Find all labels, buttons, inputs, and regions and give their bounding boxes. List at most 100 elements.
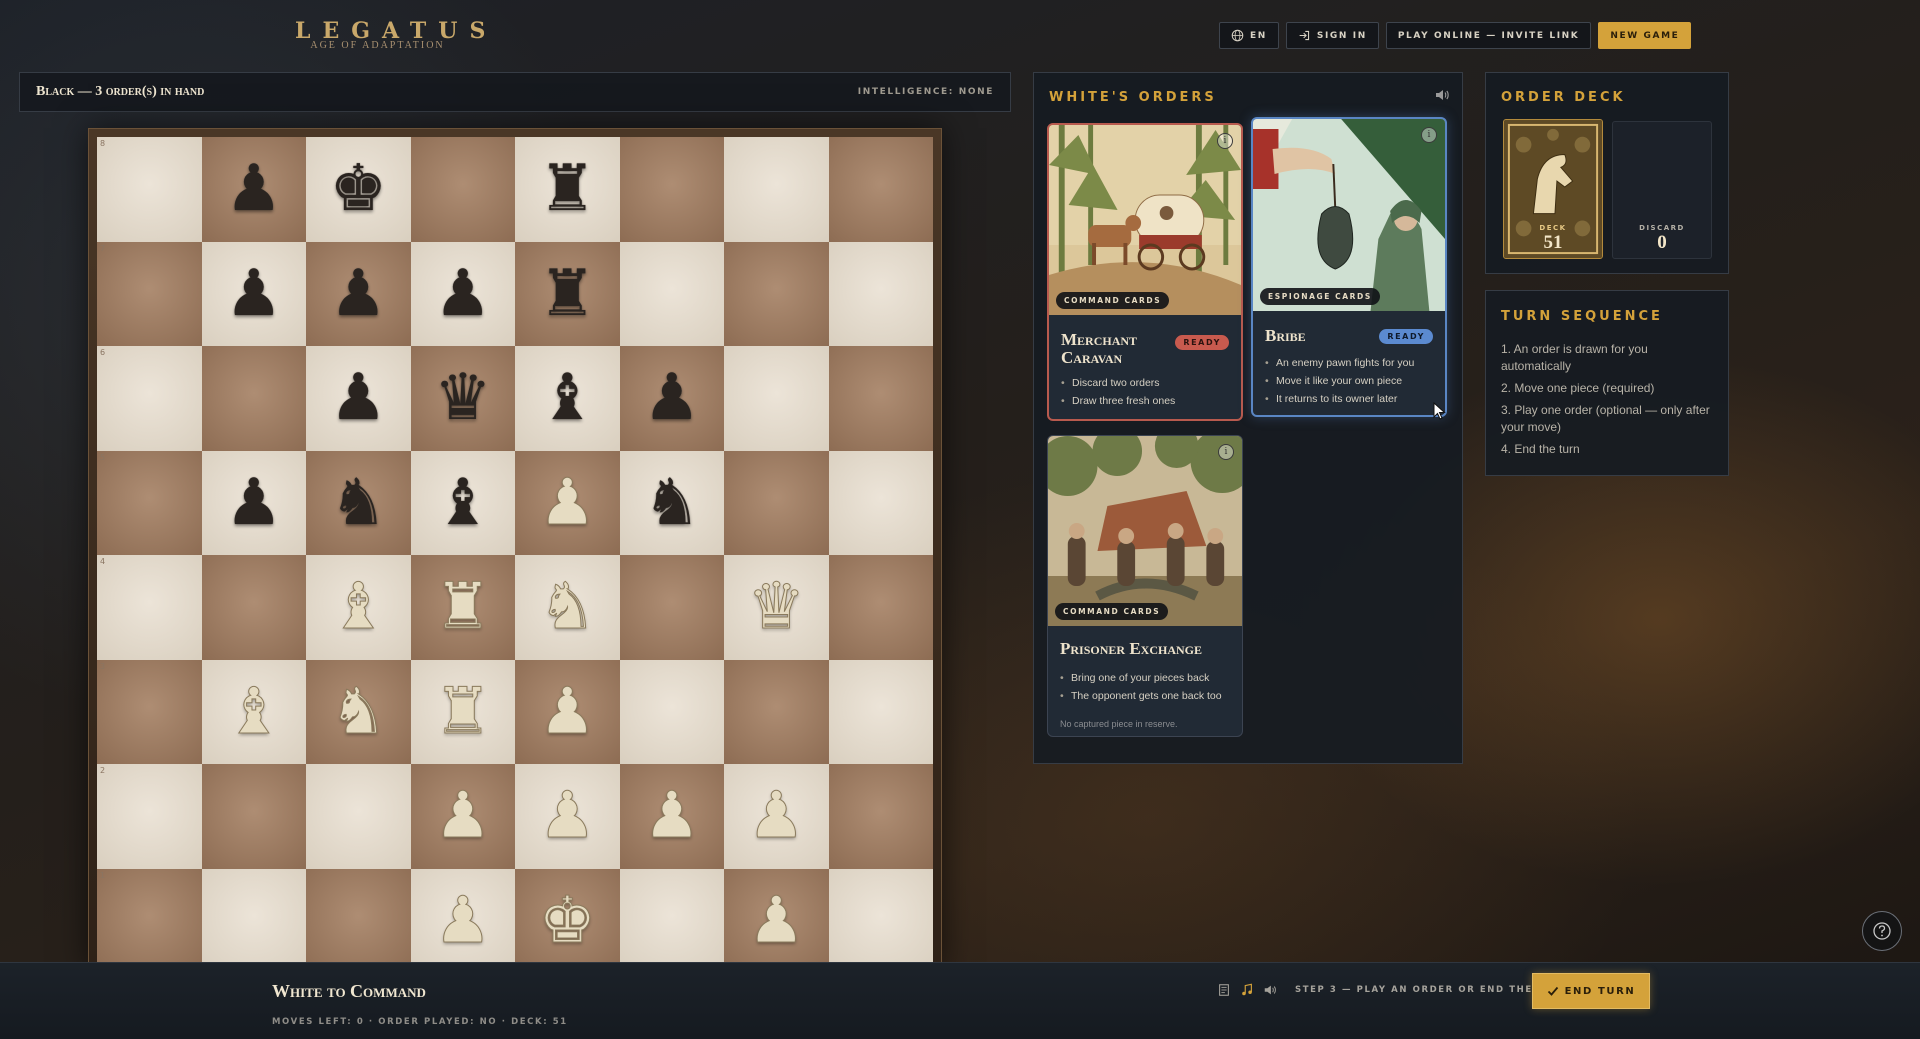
square-c8[interactable]: ♚ <box>306 137 411 242</box>
square-e7[interactable]: ♜ <box>515 241 620 346</box>
square-c2[interactable] <box>306 764 411 869</box>
white-pawn[interactable]: ♟ <box>538 470 596 535</box>
square-g4[interactable]: ♛ <box>724 555 829 660</box>
square-a6[interactable]: 6 <box>97 346 202 451</box>
square-d8[interactable] <box>410 137 515 242</box>
square-e6[interactable]: ♝ <box>515 346 620 451</box>
square-f5[interactable]: ♞ <box>619 450 724 555</box>
square-b2[interactable] <box>201 764 306 869</box>
white-pawn[interactable]: ♟ <box>538 679 596 744</box>
square-h5[interactable] <box>828 450 933 555</box>
square-b4[interactable] <box>201 555 306 660</box>
square-h2[interactable] <box>828 764 933 869</box>
black-pawn[interactable]: ♟ <box>225 262 282 326</box>
square-f8[interactable] <box>619 137 724 242</box>
white-king[interactable]: ♚ <box>538 888 596 953</box>
black-pawn[interactable]: ♟ <box>434 262 491 326</box>
square-b8[interactable]: ♟ <box>201 137 306 242</box>
black-bishop[interactable]: ♝ <box>539 366 596 430</box>
square-a4[interactable]: 4 <box>97 555 202 660</box>
square-d1[interactable]: ♟ <box>410 868 515 973</box>
help-button[interactable] <box>1862 911 1902 951</box>
square-b5[interactable]: ♟ <box>201 450 306 555</box>
speaker-icon[interactable] <box>1434 87 1450 103</box>
square-e2[interactable]: ♟ <box>515 764 620 869</box>
deck-pile[interactable]: DECK 51 <box>1503 119 1603 259</box>
black-pawn[interactable]: ♟ <box>225 157 282 221</box>
square-c3[interactable]: ♞ <box>306 659 411 764</box>
square-h1[interactable] <box>828 868 933 973</box>
black-rook[interactable]: ♜ <box>539 262 596 326</box>
white-bishop[interactable]: ♝ <box>329 575 387 640</box>
square-h8[interactable] <box>828 137 933 242</box>
black-rook[interactable]: ♜ <box>539 157 596 221</box>
white-knight[interactable]: ♞ <box>329 679 387 744</box>
square-h3[interactable] <box>828 659 933 764</box>
white-queen[interactable]: ♛ <box>747 575 805 640</box>
square-c1[interactable] <box>306 868 411 973</box>
square-h6[interactable] <box>828 346 933 451</box>
square-a7[interactable]: 7 <box>97 241 202 346</box>
square-d3[interactable]: ♜ <box>410 659 515 764</box>
white-pawn[interactable]: ♟ <box>747 784 805 849</box>
white-pawn[interactable]: ♟ <box>538 784 596 849</box>
black-bishop[interactable]: ♝ <box>434 471 491 535</box>
discard-pile[interactable]: DISCARD 0 <box>1612 121 1712 259</box>
square-f2[interactable]: ♟ <box>619 764 724 869</box>
square-h4[interactable] <box>828 555 933 660</box>
order-card-bribe[interactable]: ESPIONAGE CARDS i Bribe READY An enemy p… <box>1251 117 1447 417</box>
square-e8[interactable]: ♜ <box>515 137 620 242</box>
square-e4[interactable]: ♞ <box>515 555 620 660</box>
white-pawn[interactable]: ♟ <box>434 888 492 953</box>
square-c4[interactable]: ♝ <box>306 555 411 660</box>
square-b3[interactable]: ♝ <box>201 659 306 764</box>
square-b7[interactable]: ♟ <box>201 241 306 346</box>
square-d2[interactable]: ♟ <box>410 764 515 869</box>
square-b1[interactable] <box>201 868 306 973</box>
square-g3[interactable] <box>724 659 829 764</box>
square-b6[interactable] <box>201 346 306 451</box>
black-pawn[interactable]: ♟ <box>225 471 282 535</box>
black-queen[interactable]: ♛ <box>434 366 491 430</box>
black-pawn[interactable]: ♟ <box>330 262 387 326</box>
music-icon[interactable] <box>1240 983 1254 997</box>
square-e3[interactable]: ♟ <box>515 659 620 764</box>
play-online-button[interactable]: PLAY ONLINE — INVITE LINK <box>1385 22 1592 49</box>
square-f4[interactable] <box>619 555 724 660</box>
square-d6[interactable]: ♛ <box>410 346 515 451</box>
square-d4[interactable]: ♜ <box>410 555 515 660</box>
square-g7[interactable] <box>724 241 829 346</box>
square-a1[interactable]: 1 <box>97 868 202 973</box>
info-icon[interactable]: i <box>1217 133 1233 149</box>
square-a2[interactable]: 2 <box>97 764 202 869</box>
order-card-prisoner-exchange[interactable]: COMMAND CARDS i Prisoner Exchange Bring … <box>1047 435 1243 737</box>
square-h7[interactable] <box>828 241 933 346</box>
white-pawn[interactable]: ♟ <box>434 784 492 849</box>
square-g1[interactable]: ♟ <box>724 868 829 973</box>
square-e5[interactable]: ♟ <box>515 450 620 555</box>
square-a5[interactable]: 5 <box>97 450 202 555</box>
black-pawn[interactable]: ♟ <box>643 366 700 430</box>
white-knight[interactable]: ♞ <box>538 575 596 640</box>
end-turn-button[interactable]: END TURN <box>1532 973 1650 1009</box>
info-icon[interactable]: i <box>1421 127 1437 143</box>
black-pawn[interactable]: ♟ <box>330 366 387 430</box>
square-f6[interactable]: ♟ <box>619 346 724 451</box>
square-d5[interactable]: ♝ <box>410 450 515 555</box>
white-pawn[interactable]: ♟ <box>747 888 805 953</box>
square-a3[interactable]: 3 <box>97 659 202 764</box>
square-f1[interactable] <box>619 868 724 973</box>
square-f3[interactable] <box>619 659 724 764</box>
sign-in-button[interactable]: SIGN IN <box>1285 22 1379 49</box>
white-rook[interactable]: ♜ <box>434 679 492 744</box>
square-g5[interactable] <box>724 450 829 555</box>
info-icon[interactable]: i <box>1218 444 1234 460</box>
square-g6[interactable] <box>724 346 829 451</box>
volume-icon[interactable] <box>1263 983 1277 997</box>
white-pawn[interactable]: ♟ <box>643 784 701 849</box>
square-f7[interactable] <box>619 241 724 346</box>
white-rook[interactable]: ♜ <box>434 575 492 640</box>
square-g8[interactable] <box>724 137 829 242</box>
history-icon[interactable] <box>1217 983 1231 997</box>
square-c5[interactable]: ♞ <box>306 450 411 555</box>
